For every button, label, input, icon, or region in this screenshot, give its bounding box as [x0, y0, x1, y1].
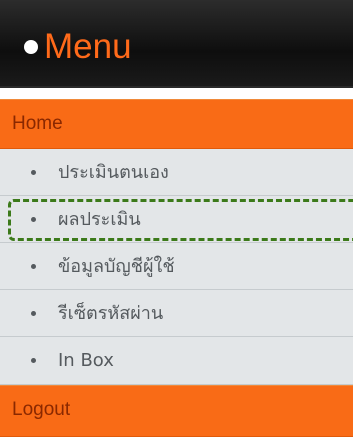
- submenu-item-assessment-results[interactable]: ผลประเมิน: [0, 196, 353, 243]
- submenu-item-inbox[interactable]: In Box: [0, 337, 353, 385]
- submenu-item-label: ผลประเมิน: [58, 209, 141, 230]
- nav-item-logout-label: Logout: [12, 399, 71, 420]
- bullet-icon: [31, 217, 36, 222]
- submenu-list: ประเมินตนเอง ผลประเมิน ข้อมูลบัญชีผู้ใช้…: [0, 149, 353, 385]
- circle-bullet-icon: [24, 40, 38, 54]
- bullet-icon: [31, 358, 36, 363]
- nav-item-home-label: Home: [12, 113, 63, 134]
- bullet-icon: [31, 170, 36, 175]
- nav-item-home[interactable]: Home: [0, 99, 353, 149]
- menu-title: Menu: [44, 27, 132, 66]
- bullet-icon: [31, 264, 36, 269]
- menu-header: Menu: [0, 0, 353, 88]
- submenu-item-label: ประเมินตนเอง: [58, 162, 169, 183]
- submenu-item-account-info[interactable]: ข้อมูลบัญชีผู้ใช้: [0, 243, 353, 290]
- submenu-item-reset-password[interactable]: รีเซ็ตรหัสผ่าน: [0, 290, 353, 337]
- submenu-item-label: In Box: [58, 350, 114, 371]
- submenu-item-label: ข้อมูลบัญชีผู้ใช้: [58, 256, 175, 277]
- bullet-icon: [31, 311, 36, 316]
- submenu-item-label: รีเซ็ตรหัสผ่าน: [58, 303, 164, 324]
- nav-item-logout[interactable]: Logout: [0, 385, 353, 437]
- submenu-item-self-assessment[interactable]: ประเมินตนเอง: [0, 149, 353, 196]
- side-menu: Menu Home ประเมินตนเอง ผลประเมิน ข้อมูลบ…: [0, 0, 353, 437]
